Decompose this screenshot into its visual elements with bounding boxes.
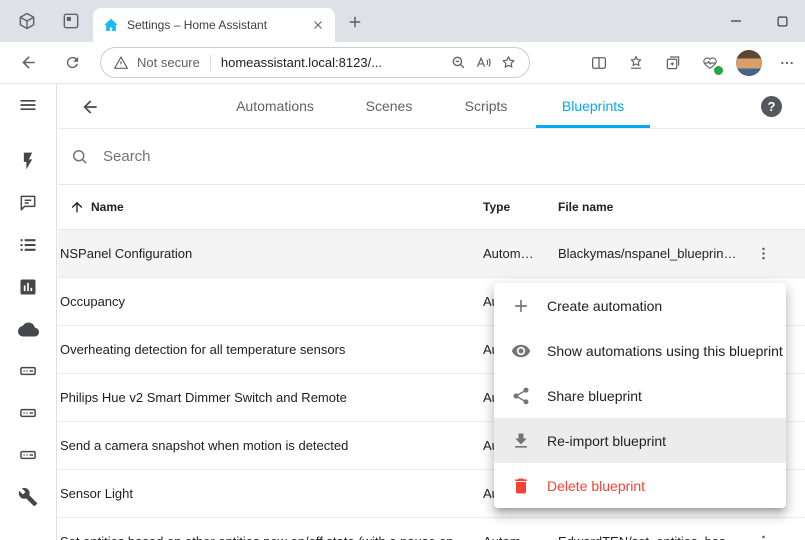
sidebar-history-icon[interactable]: [0, 266, 56, 308]
tab-title: Settings – Home Assistant: [127, 18, 301, 32]
row-name: Occupancy: [60, 278, 125, 325]
help-icon[interactable]: ?: [761, 96, 782, 117]
sort-ascending-icon: [69, 199, 85, 215]
table-header: Name Type File name: [58, 185, 805, 230]
workspaces-icon[interactable]: [10, 4, 44, 38]
share-icon: [511, 386, 531, 406]
split-screen-icon[interactable]: [588, 52, 610, 74]
row-overflow-menu-icon[interactable]: [753, 243, 774, 264]
profile-avatar[interactable]: [736, 50, 762, 76]
new-tab-button[interactable]: [344, 11, 366, 33]
table-row[interactable]: NSPanel Configuration Autom… Blackymas/n…: [58, 230, 805, 278]
browser-menu-icon[interactable]: [777, 53, 797, 73]
column-header-type[interactable]: Type: [483, 185, 510, 230]
collections-icon[interactable]: [662, 52, 684, 74]
sidebar-cloud-icon[interactable]: [0, 308, 56, 350]
essentials-status-badge: [713, 65, 724, 76]
row-file: EdwardTEN/set_entities_bas…: [558, 518, 758, 540]
not-secure-warning-icon: [113, 55, 129, 71]
row-name: Sensor Light: [60, 470, 133, 517]
menu-item-share-blueprint[interactable]: Share blueprint: [494, 373, 786, 418]
url-text[interactable]: homeassistant.local:8123/...: [221, 55, 442, 70]
zoom-out-icon[interactable]: [450, 54, 467, 71]
home-assistant-favicon: [103, 17, 119, 33]
browser-tab-strip: Settings – Home Assistant: [0, 0, 805, 42]
row-name: Overheating detection for all temperatur…: [60, 326, 345, 373]
window-controls: [713, 0, 805, 42]
browser-tab[interactable]: Settings – Home Assistant: [93, 8, 335, 42]
menu-item-show-automations[interactable]: Show automations using this blueprint: [494, 328, 786, 373]
sidebar-todo-list-icon[interactable]: [0, 224, 56, 266]
column-header-file[interactable]: File name: [558, 185, 613, 230]
window-maximize-button[interactable]: [759, 0, 805, 42]
sidebar-menu-icon[interactable]: [0, 84, 56, 126]
tab-actions-icon[interactable]: [54, 4, 88, 38]
favorites-icon[interactable]: [625, 52, 647, 74]
tab-automations[interactable]: Automations: [236, 84, 314, 129]
row-name: NSPanel Configuration: [60, 230, 192, 277]
read-aloud-icon[interactable]: [475, 54, 492, 71]
sidebar-developer-tools-icon[interactable]: [0, 476, 56, 518]
search-icon: [70, 147, 90, 167]
row-type: Autom…: [483, 518, 547, 540]
row-file: Blackymas/nspanel_blueprin…: [558, 230, 758, 277]
download-icon: [511, 431, 531, 451]
row-name: Send a camera snapshot when motion is de…: [60, 422, 348, 469]
screen: Settings – Home Assistant: [0, 0, 805, 540]
ha-back-icon[interactable]: [70, 87, 110, 127]
tab-close-icon[interactable]: [309, 16, 327, 34]
window-minimize-button[interactable]: [713, 0, 759, 42]
blueprint-context-menu: Create automation Show automations using…: [494, 283, 786, 508]
favorite-star-icon[interactable]: [500, 54, 517, 71]
menu-item-label: Re-import blueprint: [547, 433, 666, 449]
browser-navbar: Not secure homeassistant.local:8123/...: [0, 42, 805, 84]
row-name: Set entities based on other entities new…: [60, 518, 470, 540]
address-divider: [210, 55, 211, 71]
security-label: Not secure: [137, 55, 200, 70]
refresh-icon[interactable]: [60, 51, 84, 75]
address-bar[interactable]: Not secure homeassistant.local:8123/...: [100, 47, 530, 78]
tab-blueprints[interactable]: Blueprints: [562, 84, 624, 129]
active-tab-underline: [536, 125, 650, 128]
eye-icon: [511, 341, 531, 361]
plus-icon: [511, 296, 531, 316]
sidebar-hub-icon-1[interactable]: [0, 350, 56, 392]
row-type: Autom…: [483, 230, 547, 277]
ha-toolbar: Automations Scenes Scripts Blueprints ?: [58, 84, 805, 129]
ha-sidebar: [0, 84, 57, 540]
search-placeholder: Search: [103, 148, 151, 165]
tab-scripts[interactable]: Scripts: [465, 84, 508, 129]
menu-item-label: Show automations using this blueprint: [547, 343, 783, 359]
menu-item-label: Share blueprint: [547, 388, 642, 404]
sidebar-energy-icon[interactable]: [0, 140, 56, 182]
row-name: Philips Hue v2 Smart Dimmer Switch and R…: [60, 374, 347, 421]
table-row[interactable]: Set entities based on other entities new…: [58, 518, 805, 540]
trash-icon: [511, 476, 531, 496]
menu-item-create-automation[interactable]: Create automation: [494, 283, 786, 328]
sidebar-hub-icon-3[interactable]: [0, 434, 56, 476]
column-header-name[interactable]: Name: [91, 185, 124, 230]
sidebar-logbook-icon[interactable]: [0, 182, 56, 224]
menu-item-label: Delete blueprint: [547, 478, 645, 494]
menu-item-label: Create automation: [547, 298, 662, 314]
tab-scenes[interactable]: Scenes: [366, 84, 413, 129]
menu-item-reimport-blueprint[interactable]: Re-import blueprint: [494, 418, 786, 463]
row-overflow-menu-icon[interactable]: [753, 531, 774, 540]
menu-item-delete-blueprint[interactable]: Delete blueprint: [494, 463, 786, 508]
back-icon[interactable]: [16, 51, 40, 75]
sidebar-hub-icon-2[interactable]: [0, 392, 56, 434]
search-field[interactable]: Search: [58, 129, 805, 185]
